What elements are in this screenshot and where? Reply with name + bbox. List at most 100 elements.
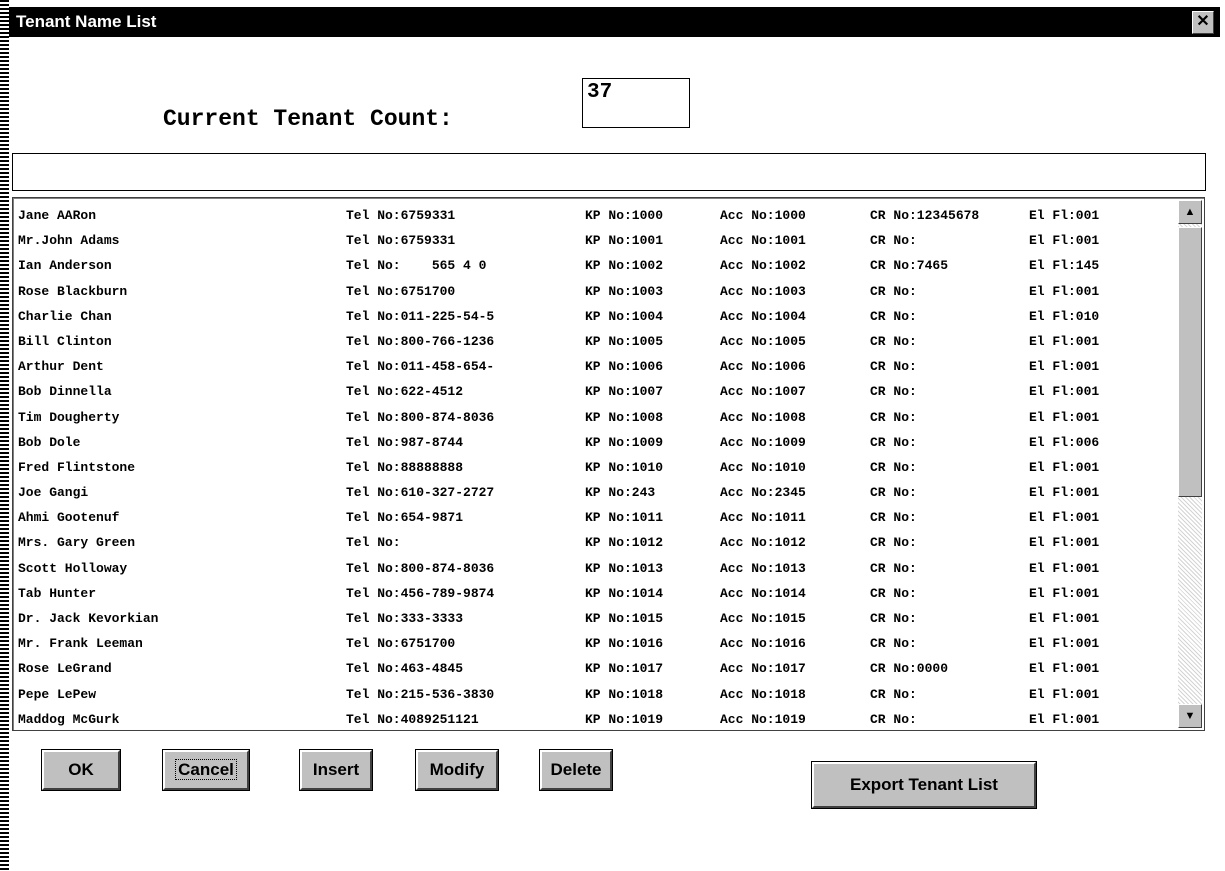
tenant-acc-cell: Acc No:1012	[720, 535, 806, 551]
tenant-cr-cell: CR No:	[870, 510, 917, 526]
tenant-tel-cell: Tel No:011-458-654-	[346, 359, 495, 375]
tenant-kp-cell: KP No:1011	[585, 510, 664, 526]
window-edge	[0, 0, 9, 871]
tenant-cr-cell: CR No:	[870, 409, 917, 425]
tenant-tel-cell: Tel No:333-3333	[346, 611, 464, 626]
tenant-acc-cell: Acc No:1006	[720, 359, 806, 375]
tenant-cr-cell: CR No:	[870, 434, 917, 450]
tenant-acc-cell: Acc No:1001	[720, 233, 806, 249]
tenant-el-cell: El Fl:001	[1029, 359, 1100, 375]
tenant-name-cell: Tab Hunter	[18, 585, 97, 601]
scroll-thumb[interactable]	[1178, 227, 1202, 497]
tenant-count-label: Current Tenant Count:	[163, 106, 453, 132]
tenant-acc-cell: Acc No:1014	[720, 585, 806, 601]
tenant-cr-cell: CR No:	[870, 686, 917, 702]
tenant-count-field[interactable]: 37	[582, 78, 690, 128]
arrow-up-icon: ▲	[1184, 206, 1196, 218]
tenant-acc-cell: Acc No:1018	[720, 686, 806, 702]
delete-button[interactable]: Delete	[539, 749, 613, 791]
tenant-name-cell: Fred Flintstone	[18, 459, 136, 475]
tenant-acc-cell: Acc No:1011	[720, 510, 806, 526]
scroll-up-button[interactable]: ▲	[1178, 200, 1202, 224]
insert-button[interactable]: Insert	[299, 749, 373, 791]
tenant-name-cell: Charlie Chan	[18, 308, 112, 324]
tenant-acc-cell: Acc No:1003	[720, 283, 806, 299]
tenant-name-cell: Mr.John Adams	[18, 233, 120, 249]
tenant-acc-cell: Acc No:1008	[720, 409, 806, 425]
search-input[interactable]	[12, 153, 1206, 191]
tenant-kp-cell: KP No:1000	[585, 208, 664, 223]
tenant-name-cell: Mr. Frank Leeman	[18, 636, 143, 652]
tenant-name-cell: Bob Dole	[18, 434, 81, 450]
tenant-name-cell: Pepe LePew	[18, 686, 97, 702]
tenant-tel-cell: Tel No:215-536-3830	[346, 686, 495, 702]
scroll-down-button[interactable]: ▼	[1178, 704, 1202, 728]
insert-button-label: Insert	[312, 760, 360, 779]
tenant-acc-cell: Acc No:1013	[720, 560, 806, 576]
export-tenant-list-button[interactable]: Export Tenant List	[811, 761, 1037, 809]
tenant-tel-cell: Tel No:456-789-9874	[346, 585, 495, 601]
tenant-kp-cell: KP No:1015	[585, 611, 664, 626]
cancel-button-label: Cancel	[175, 759, 237, 780]
tenant-el-cell: El Fl:001	[1029, 686, 1100, 702]
tenant-acc-cell: Acc No:1015	[720, 611, 806, 626]
tenant-cr-cell: CR No:7465	[870, 258, 949, 274]
tenant-tel-cell: Tel No:	[346, 535, 401, 551]
tenant-cr-cell: CR No:	[870, 711, 917, 727]
modify-button[interactable]: Modify	[415, 749, 499, 791]
tenant-el-cell: El Fl:145	[1029, 258, 1100, 274]
tenant-cr-cell: CR No:	[870, 308, 917, 324]
tenant-cr-cell: CR No:	[870, 636, 917, 652]
tenant-kp-cell: KP No:1001	[585, 233, 664, 249]
cancel-button[interactable]: Cancel	[162, 749, 250, 791]
tenant-acc-cell: Acc No:1019	[720, 711, 806, 727]
tenant-tel-cell: Tel No:6759331	[346, 233, 456, 249]
tenant-el-cell: El Fl:001	[1029, 636, 1100, 652]
tenant-el-cell: El Fl:010	[1029, 308, 1100, 324]
title-bar[interactable]: Tenant Name List ✕	[9, 7, 1220, 37]
tenant-tel-cell: Tel No:6751700	[346, 283, 456, 299]
tenant-tel-cell: Tel No:654-9871	[346, 510, 464, 526]
tenant-tel-cell: Tel No:88888888	[346, 459, 464, 475]
tenant-el-cell: El Fl:001	[1029, 459, 1100, 475]
tenant-acc-cell: Acc No:1016	[720, 636, 806, 652]
tenant-kp-cell: KP No:1005	[585, 333, 664, 349]
tenant-el-cell: El Fl:001	[1029, 485, 1100, 501]
tenant-name-cell: Ian Anderson	[18, 258, 112, 274]
tenant-name-cell: Rose Blackburn	[18, 283, 128, 299]
tenant-tel-cell: Tel No:4089251121	[346, 711, 479, 727]
tenant-el-cell: El Fl:001	[1029, 585, 1100, 601]
tenant-kp-cell: KP No:1010	[585, 459, 664, 475]
tenant-cr-cell: CR No:	[870, 560, 917, 576]
tenant-name-cell: Maddog McGurk	[18, 711, 120, 727]
tenant-name-cell: Rose LeGrand	[18, 661, 112, 677]
tenant-listbox[interactable]: Jane AARon Tel No:6759331 KP No:1000 Acc No…	[12, 197, 1205, 731]
tenant-tel-cell: Tel No:6751700	[346, 636, 456, 652]
tenant-tel-cell: Tel No:800-874-8036	[346, 560, 495, 576]
tenant-kp-cell: KP No:1016	[585, 636, 664, 652]
tenant-name-cell: Dr. Jack Kevorkian	[18, 611, 159, 626]
tenant-cr-cell: CR No:	[870, 283, 917, 299]
tenant-name-cell: Bob Dinnella	[18, 384, 112, 400]
tenant-cr-cell: CR No:	[870, 333, 917, 349]
tenant-name-cell: Ahmi Gootenuf	[18, 510, 120, 526]
tenant-kp-cell: KP No:1013	[585, 560, 664, 576]
tenant-cr-cell: CR No:	[870, 611, 917, 626]
tenant-cr-cell: CR No:	[870, 585, 917, 601]
tenant-name-cell: Tim Dougherty	[18, 409, 120, 425]
tenant-cr-cell: CR No:	[870, 384, 917, 400]
tenant-cr-cell: CR No:	[870, 535, 917, 551]
tenant-cr-cell: CR No:	[870, 459, 917, 475]
tenant-name-cell: Joe Gangi	[18, 485, 89, 501]
ok-button[interactable]: OK	[41, 749, 121, 791]
tenant-kp-cell: KP No:1018	[585, 686, 664, 702]
close-button[interactable]: ✕	[1192, 11, 1214, 34]
tenant-el-cell: El Fl:001	[1029, 510, 1100, 526]
tenant-kp-cell: KP No:1004	[585, 308, 664, 324]
tenant-cr-cell: CR No:	[870, 359, 917, 375]
tenant-name-cell: Jane AARon	[18, 208, 97, 223]
tenant-el-cell: El Fl:001	[1029, 560, 1100, 576]
tenant-cr-cell: CR No:0000	[870, 661, 949, 677]
tenant-acc-cell: Acc No:1005	[720, 333, 806, 349]
vertical-scrollbar[interactable]: ▲ ▼	[1178, 200, 1202, 728]
